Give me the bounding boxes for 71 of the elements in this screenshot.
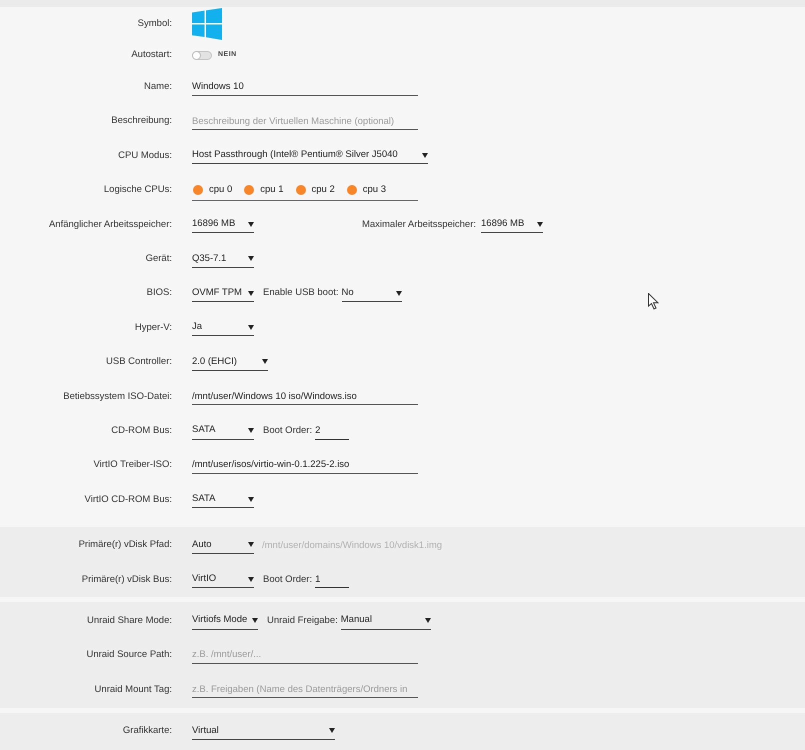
cpu-checkbox[interactable]: cpu 0	[193, 182, 232, 197]
field-label: Enable USB boot:	[263, 286, 339, 300]
caret-icon	[248, 324, 254, 330]
dropdown[interactable]: 2.0 (EHCI)	[192, 354, 268, 371]
text-field[interactable]: /mnt/user/isos/virtio-win-0.1.225-2.iso	[192, 456, 418, 474]
text-field[interactable]: Windows 10	[192, 78, 418, 96]
caret-icon	[422, 152, 428, 158]
field-label: Boot Order:	[263, 572, 312, 587]
field-label: USB Controller:	[105, 355, 172, 370]
mouse-pointer-icon	[648, 293, 659, 310]
dropdown[interactable]: Virtual	[192, 722, 335, 740]
field-label: Maximaler Arbeitsspeicher:	[360, 218, 476, 232]
dropdown[interactable]: Host Passthrough (Intel® Pentium® Silver J5040	[192, 147, 428, 164]
field-label: VirtIO CD-ROM Bus:	[84, 492, 172, 507]
field-label: Grafikkarte:	[122, 724, 172, 738]
caret-icon	[537, 222, 543, 227]
number-field[interactable]: 2	[315, 422, 350, 440]
caret-icon	[248, 496, 254, 502]
toggle-switch[interactable]	[192, 51, 212, 60]
cpu-checkbox[interactable]: cpu 3	[346, 182, 386, 197]
dropdown[interactable]: OVMF TPM	[192, 285, 254, 302]
dropdown[interactable]: Manual	[340, 612, 431, 630]
caret-icon	[248, 290, 254, 296]
field-label: Boot Order:	[263, 424, 312, 438]
caret-icon	[424, 618, 431, 624]
dropdown[interactable]: Virtiofs Mode	[192, 612, 258, 630]
field-label: Logische CPUs:	[102, 183, 172, 198]
dropdown[interactable]: 16896 MB	[481, 216, 543, 234]
text-field[interactable]: /mnt/user/Windows 10 iso/Windows.iso	[192, 388, 418, 406]
caret-icon	[252, 618, 258, 624]
field-label: Unraid Source Path:	[85, 648, 172, 662]
field-label: Primäre(r) vDisk Pfad:	[78, 538, 172, 552]
field-label: Hyper-V:	[134, 320, 172, 335]
text-field[interactable]: z.B. /mnt/user/...	[192, 646, 418, 664]
dropdown[interactable]: Q35-7.1	[192, 250, 254, 268]
field-label: Symbol:	[136, 16, 172, 31]
caret-icon	[248, 576, 254, 582]
text-field[interactable]: z.B. Freigaben (Name des Datenträgers/Ordners in	[192, 681, 418, 698]
caret-icon	[248, 222, 254, 227]
cpu-checkbox[interactable]: cpu 2	[296, 182, 335, 197]
field-label: BIOS:	[146, 286, 172, 300]
dropdown[interactable]: VirtIO	[192, 571, 254, 588]
field-label: Name:	[143, 80, 172, 94]
field-label: Unraid Share Mode:	[86, 614, 172, 628]
dropdown[interactable]: SATA	[192, 422, 254, 440]
field-label: CPU Modus:	[117, 148, 172, 163]
caret-icon	[248, 256, 254, 262]
dropdown[interactable]: SATA	[192, 491, 254, 508]
dropdown[interactable]: No	[342, 285, 402, 302]
field-label: Anfänglicher Arbeitsspeicher:	[48, 218, 172, 232]
caret-icon	[248, 542, 254, 548]
dropdown[interactable]: Auto	[192, 536, 254, 554]
caret-icon	[329, 728, 335, 734]
caret-icon	[396, 290, 402, 296]
field-label: Autostart:	[130, 48, 172, 62]
text-field[interactable]: Beschreibung der Virtuellen Maschine (optional)	[192, 113, 418, 130]
field-label: CD-ROM Bus:	[110, 424, 172, 438]
windows-logo-icon	[192, 8, 222, 40]
dropdown[interactable]: 16896 MB	[192, 216, 254, 234]
field-label: Gerät:	[144, 252, 172, 266]
field-label: Unraid Mount Tag:	[94, 682, 172, 697]
cpu-checkbox[interactable]: cpu 1	[244, 182, 284, 197]
field-label: VirtIO Treiber-ISO:	[92, 458, 172, 472]
caret-icon	[248, 428, 254, 434]
field-label: Unraid Freigabe:	[267, 614, 338, 628]
field-label: Betiebssystem ISO-Datei:	[62, 390, 172, 404]
dropdown[interactable]: Ja	[192, 319, 254, 336]
field-label: Beschreibung:	[110, 114, 172, 128]
number-field[interactable]: 1	[315, 571, 350, 588]
field-label: Primäre(r) vDisk Bus:	[80, 572, 172, 587]
caret-icon	[262, 359, 268, 364]
